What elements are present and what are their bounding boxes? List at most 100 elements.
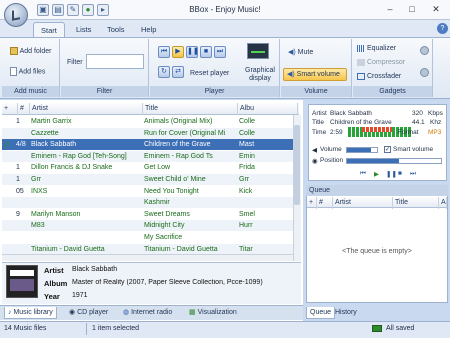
- table-row[interactable]: 1 Martin Garrix Animals (Original Mix) Coll…: [2, 116, 293, 127]
- open-folder-icon[interactable]: ▣: [37, 4, 49, 16]
- header-icon-col[interactable]: +: [2, 103, 18, 115]
- next-quick-icon[interactable]: ▸: [97, 4, 109, 16]
- table-row[interactable]: Eminem - Rap God [Teh-Song] Eminem - Rap …: [2, 150, 293, 162]
- tab-queue[interactable]: Queue: [306, 307, 336, 319]
- tab-music-library[interactable]: ♪ Music library: [4, 307, 57, 319]
- crossfader-icon: [357, 72, 365, 80]
- np-pause-icon[interactable]: ❚❚: [386, 170, 397, 178]
- row-album: Kick: [239, 187, 253, 195]
- volume-slider-fill: [347, 148, 371, 152]
- cd-icon: ◉: [69, 309, 76, 316]
- speaker-icon: ◀): [288, 49, 296, 56]
- header-title[interactable]: Title: [143, 103, 238, 115]
- queue-col-album[interactable]: A: [439, 197, 447, 209]
- graphical-display-button[interactable]: Graphical display: [242, 67, 278, 83]
- repeat-icon[interactable]: ↻: [158, 66, 170, 78]
- row-artist: Black Sabbath: [31, 141, 77, 149]
- table-row[interactable]: 05 INXS Need You Tonight Kick: [2, 186, 293, 197]
- mute-button[interactable]: ◀) Mute: [288, 48, 313, 58]
- queue-col-expand[interactable]: +: [307, 197, 317, 209]
- np-play-icon[interactable]: ▶: [374, 170, 379, 178]
- help-icon[interactable]: ?: [437, 23, 448, 34]
- add-folder-label: Add folder: [19, 48, 52, 55]
- header-album[interactable]: Albu: [238, 103, 298, 115]
- add-files-button[interactable]: Add files: [10, 67, 45, 77]
- album-cover: [6, 265, 38, 298]
- equalizer-button[interactable]: Equalizer: [357, 44, 396, 54]
- play-button[interactable]: ▶: [172, 46, 184, 58]
- row-artist: Cazzette: [31, 129, 59, 137]
- smart-volume-label: ◀) Smart volume: [287, 70, 340, 80]
- row-title: Sweet Child o' Mine: [144, 176, 206, 183]
- edit-icon[interactable]: ✎: [67, 4, 79, 16]
- header-num[interactable]: #: [18, 103, 30, 115]
- row-title: Sweet Dreams: [144, 210, 190, 218]
- pause-button[interactable]: ❚❚: [186, 46, 199, 58]
- row-album: Mast: [239, 141, 255, 149]
- reset-player-button[interactable]: Reset player: [190, 69, 229, 79]
- library-hscrollbar[interactable]: [2, 254, 293, 261]
- table-row[interactable]: 9 Marilyn Manson Sweet Dreams Smel: [2, 209, 293, 220]
- smart-volume-checkbox[interactable]: ✓: [384, 146, 391, 153]
- volume-slider[interactable]: [346, 147, 378, 153]
- app-menu-button[interactable]: [4, 3, 28, 27]
- np-time-value: 2:59: [330, 129, 343, 136]
- stop-button[interactable]: ■: [200, 46, 212, 58]
- row-title: Midnight City: [144, 222, 185, 230]
- table-row[interactable]: Cazzette Run for Cover (Original Mi Colle: [2, 127, 293, 139]
- row-artist: Dillon Francis & DJ Snake: [31, 164, 113, 172]
- np-title-value: Children of the Grave: [330, 119, 392, 126]
- table-row[interactable]: My Sacrifice: [2, 232, 293, 243]
- play-quick-icon[interactable]: ●: [82, 4, 94, 16]
- gadget-toggle-1-icon[interactable]: [420, 46, 429, 55]
- tab-internet-radio[interactable]: ◍ Internet radio: [120, 307, 175, 319]
- tab-visualization[interactable]: ▦ Visualization: [186, 307, 240, 319]
- crossfader-button[interactable]: Crossfader: [357, 72, 401, 82]
- table-row[interactable]: M83 Midnight City Hurr: [2, 220, 293, 232]
- close-button[interactable]: ✕: [426, 3, 446, 16]
- tab-cd-player[interactable]: ◉ CD player: [66, 307, 111, 319]
- tab-start[interactable]: Start: [33, 22, 65, 38]
- np-next-icon[interactable]: ⏭: [410, 170, 416, 178]
- np-bitrate-unit: Kbps: [428, 110, 443, 117]
- header-artist[interactable]: Artist: [30, 103, 143, 115]
- np-stop-icon[interactable]: ■: [398, 170, 402, 177]
- row-artist: INXS: [31, 187, 48, 195]
- queue-col-num[interactable]: #: [317, 197, 333, 209]
- table-row[interactable]: Kashmir: [2, 197, 293, 209]
- np-prev-icon[interactable]: ⏮: [360, 170, 366, 178]
- next-button[interactable]: ⏭: [214, 46, 226, 58]
- queue-col-title[interactable]: Title: [393, 197, 439, 209]
- group-label-gadgets: Gadgets: [353, 86, 432, 97]
- compressor-button[interactable]: Compressor: [357, 58, 405, 68]
- tab-help[interactable]: Help: [134, 22, 163, 38]
- add-folder-button[interactable]: Add folder: [10, 47, 51, 57]
- filter-label: Filter: [67, 59, 83, 66]
- np-bitrate: 320: [412, 110, 423, 117]
- tab-tools[interactable]: Tools: [100, 22, 132, 38]
- table-row[interactable]: 4/8 Black Sabbath Children of the Grave Mas…: [2, 139, 293, 151]
- minimize-button[interactable]: –: [380, 3, 400, 16]
- tab-history[interactable]: History: [332, 307, 360, 319]
- table-row[interactable]: 1 Dillon Francis & DJ Snake Get Low Frida: [2, 162, 293, 173]
- maximize-button[interactable]: □: [402, 3, 422, 16]
- equalizer-label: Equalizer: [366, 45, 397, 52]
- group-label-add-music: Add music: [2, 86, 59, 97]
- tab-lists[interactable]: Lists: [69, 22, 98, 38]
- table-row[interactable]: Titanium - David Guetta Titanium - David …: [2, 243, 293, 255]
- gadget-toggle-2-icon[interactable]: [420, 68, 429, 77]
- previous-button[interactable]: ⏮: [158, 46, 170, 58]
- table-row[interactable]: 1 Grr Sweet Child o' Mine Grr: [2, 174, 293, 185]
- row-title: Run for Cover (Original Mi: [144, 129, 226, 137]
- folder-icon: [10, 47, 18, 56]
- equalizer-icon: [357, 44, 365, 52]
- queue-empty-message: <The queue is empty>: [342, 248, 412, 255]
- filter-input[interactable]: [86, 54, 144, 69]
- library-scroll-thumb[interactable]: [294, 125, 300, 205]
- row-artist: Titanium - David Guetta: [31, 245, 105, 253]
- shuffle-icon[interactable]: ⇄: [172, 66, 184, 78]
- position-slider[interactable]: [346, 158, 442, 164]
- queue-col-artist[interactable]: Artist: [333, 197, 393, 209]
- save-icon[interactable]: ▤: [52, 4, 64, 16]
- tab-music-library-label: Music library: [13, 309, 53, 316]
